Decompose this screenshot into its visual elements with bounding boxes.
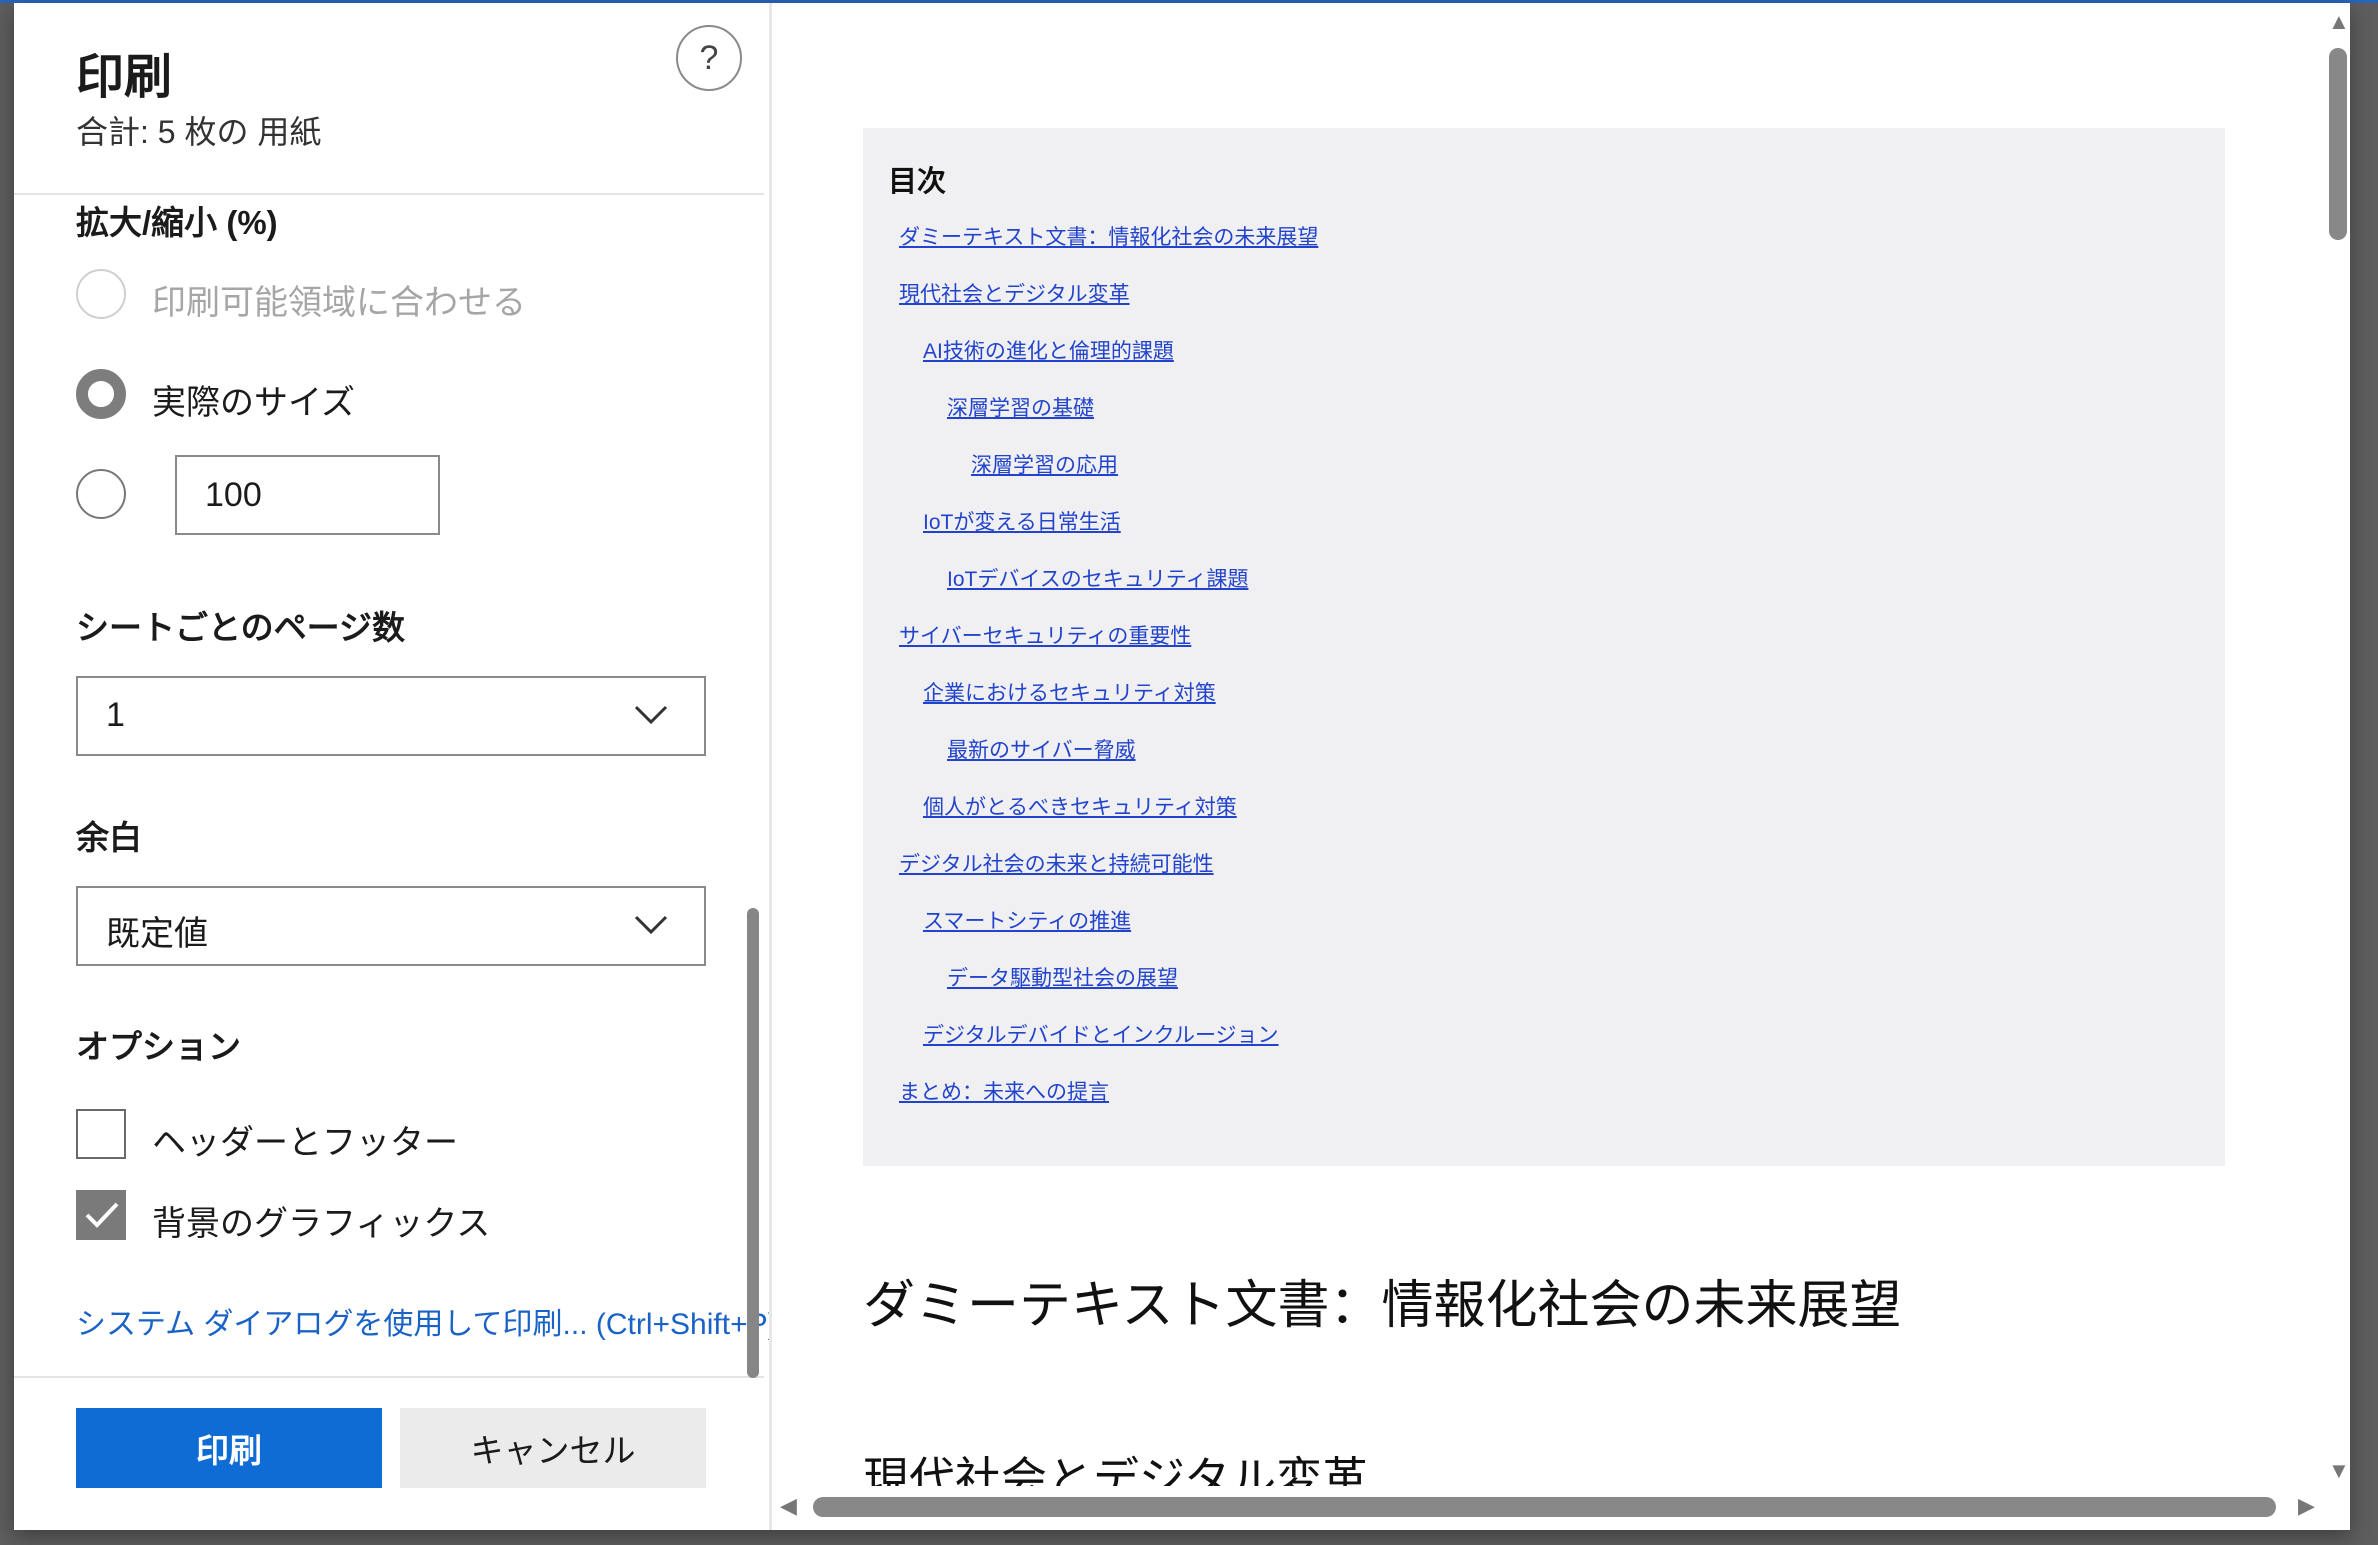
- scale-fit-radio: [76, 269, 126, 319]
- toc-link[interactable]: 個人がとるべきセキュリティ対策: [923, 791, 1237, 821]
- margins-select[interactable]: 既定値: [76, 886, 706, 966]
- cancel-button[interactable]: キャンセル: [400, 1408, 706, 1488]
- background-graphics-checkbox[interactable]: [76, 1190, 126, 1240]
- system-dialog-link[interactable]: システム ダイアログを使用して印刷... (Ctrl+Shift+P): [76, 1299, 778, 1343]
- help-icon: ?: [699, 38, 719, 77]
- toc-link[interactable]: ダミーテキスト文書：情報化社会の未来展望: [899, 221, 1318, 251]
- options-title: オプション: [76, 1028, 241, 1065]
- dialog-title: 印刷: [76, 51, 173, 104]
- preview-horizontal-scroll-thumb[interactable]: [813, 1497, 2276, 1517]
- header-footer-checkbox[interactable]: [76, 1109, 126, 1159]
- scale-actual-label[interactable]: 実際のサイズ: [152, 375, 355, 424]
- toc-link[interactable]: 企業におけるセキュリティ対策: [923, 677, 1216, 707]
- scroll-right-arrow-icon[interactable]: ▶: [2298, 1493, 2315, 1519]
- sheet-count: 合計: 5 枚の 用紙: [76, 114, 322, 150]
- toc-link[interactable]: データ駆動型社会の展望: [947, 962, 1178, 992]
- pages-per-sheet-select[interactable]: 1: [76, 676, 706, 756]
- toc-link[interactable]: 深層学習の応用: [971, 449, 1118, 479]
- pages-per-sheet-value: 1: [106, 696, 125, 734]
- chevron-down-icon: [634, 915, 668, 935]
- document-heading-1: ダミーテキスト文書：情報化社会の未来展望: [863, 1277, 1902, 1335]
- scroll-left-arrow-icon[interactable]: ◀: [780, 1493, 797, 1519]
- margins-title: 余白: [76, 819, 142, 856]
- toc-link[interactable]: デジタルデバイドとインクルージョン: [923, 1019, 1279, 1049]
- scale-actual-radio[interactable]: [76, 369, 126, 419]
- toc-link[interactable]: サイバーセキュリティの重要性: [899, 620, 1191, 650]
- toc-link[interactable]: 現代社会とデジタル変革: [899, 278, 1130, 308]
- background-graphics-label[interactable]: 背景のグラフィックス: [152, 1196, 490, 1245]
- check-icon: [85, 1202, 119, 1228]
- toc-link[interactable]: IoTデバイスのセキュリティ課題: [947, 563, 1248, 593]
- print-button[interactable]: 印刷: [76, 1408, 382, 1488]
- table-of-contents: 目次 ダミーテキスト文書：情報化社会の未来展望 現代社会とデジタル変革 AI技術の進…: [863, 128, 2225, 1166]
- print-dialog: 印刷 合計: 5 枚の 用紙 ? 拡大/縮小 (%) 印刷可能領域に合わせる 実…: [14, 3, 2350, 1530]
- scale-fit-label: 印刷可能領域に合わせる: [152, 284, 526, 322]
- settings-panel: 印刷 合計: 5 枚の 用紙 ? 拡大/縮小 (%) 印刷可能領域に合わせる 実…: [14, 3, 778, 1530]
- toc-link[interactable]: まとめ：未来への提言: [899, 1076, 1109, 1106]
- margins-value: 既定値: [106, 915, 208, 953]
- print-preview: 目次 ダミーテキスト文書：情報化社会の未来展望 現代社会とデジタル変革 AI技術の進…: [769, 3, 2350, 1530]
- document-heading-2: 現代社会とデジタル変革: [863, 1453, 1369, 1486]
- preview-vertical-scroll-thumb[interactable]: [2329, 48, 2347, 240]
- pages-per-sheet-title: シートごとのページ数: [76, 609, 406, 646]
- toc-link[interactable]: AI技術の進化と倫理的課題: [923, 335, 1174, 365]
- help-button[interactable]: ?: [676, 25, 742, 91]
- toc-link[interactable]: スマートシティの推進: [923, 905, 1131, 935]
- toc-title: 目次: [888, 166, 947, 198]
- scale-custom-radio[interactable]: [76, 469, 126, 519]
- chevron-down-icon: [634, 705, 668, 725]
- scale-custom-input[interactable]: [175, 455, 440, 535]
- scroll-up-arrow-icon[interactable]: ▲: [2328, 9, 2350, 35]
- toc-link[interactable]: デジタル社会の未来と持続可能性: [899, 848, 1214, 878]
- toc-link[interactable]: 最新のサイバー脅威: [947, 734, 1136, 764]
- header-footer-label[interactable]: ヘッダーとフッター: [152, 1115, 458, 1164]
- toc-link[interactable]: 深層学習の基礎: [947, 392, 1094, 422]
- scroll-down-arrow-icon[interactable]: ▼: [2328, 1458, 2350, 1484]
- footer-divider: [14, 1376, 764, 1378]
- panel-scrollbar-thumb[interactable]: [747, 908, 759, 1378]
- scale-section-title: 拡大/縮小 (%): [76, 204, 278, 241]
- toc-link[interactable]: IoTが変える日常生活: [923, 506, 1121, 536]
- header-divider: [14, 193, 764, 195]
